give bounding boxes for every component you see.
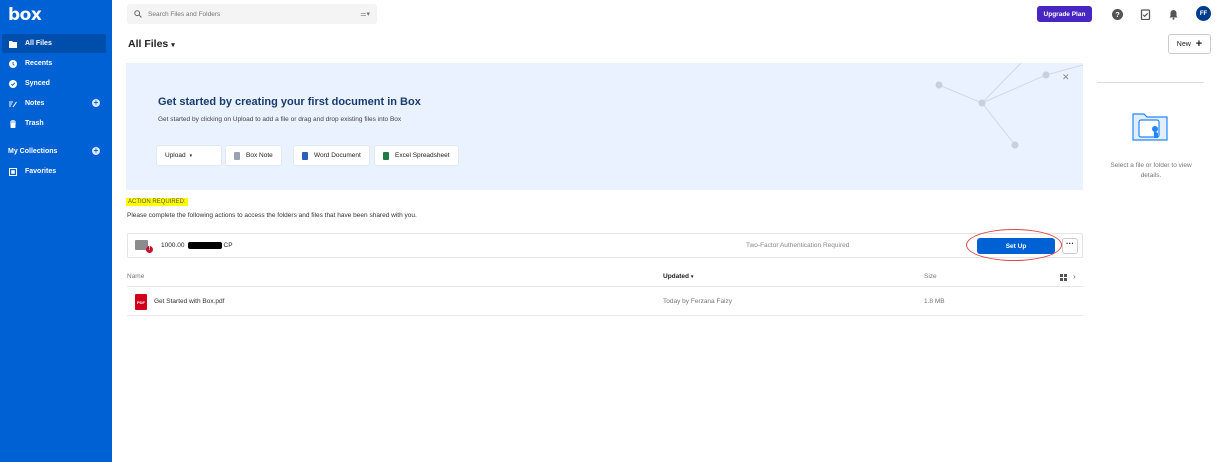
excel-sheet-icon bbox=[383, 151, 389, 160]
close-banner-icon[interactable]: ✕ bbox=[1062, 72, 1070, 83]
file-size: 1.8 MB bbox=[924, 298, 945, 305]
redaction-mark bbox=[187, 242, 222, 249]
getting-started-banner: ✕ Get started by creating your first doc… bbox=[126, 63, 1083, 190]
sidebar-item-label: Synced bbox=[25, 80, 50, 87]
banner-description: Get started by clicking on Upload to add… bbox=[158, 116, 402, 123]
new-button-label: New bbox=[1176, 40, 1191, 48]
file-updated: Today by Ferzana Faizy bbox=[663, 298, 733, 305]
sort-desc-icon: ▾ bbox=[690, 274, 694, 280]
sidebar-item-notes[interactable]: Notes + bbox=[2, 94, 106, 113]
search-filter-icon[interactable]: ⚌▾ bbox=[360, 10, 370, 18]
box-logo[interactable]: box bbox=[8, 5, 42, 25]
folder-name-suffix: CP bbox=[223, 242, 233, 249]
column-header-name[interactable]: Name bbox=[127, 273, 144, 280]
sidebar-item-label: Trash bbox=[25, 120, 44, 127]
page-title-text: All Files bbox=[128, 38, 169, 50]
search-input[interactable] bbox=[148, 10, 348, 18]
chevron-down-icon: ▾ bbox=[189, 152, 193, 159]
word-document-button[interactable]: Word Document bbox=[294, 146, 369, 165]
plus-icon: + bbox=[1195, 38, 1203, 50]
search-bar[interactable]: ⚌▾ bbox=[127, 4, 377, 24]
sidebar-item-my-collections[interactable]: My Collections + bbox=[2, 142, 106, 161]
add-collection-icon[interactable]: + bbox=[92, 147, 100, 155]
upload-button[interactable]: Upload ▾ bbox=[157, 146, 221, 165]
notifications-bell-icon[interactable] bbox=[1168, 9, 1179, 20]
sidebar-item-synced[interactable]: Synced bbox=[2, 74, 106, 93]
chevron-right-icon[interactable]: › bbox=[1073, 272, 1076, 281]
action-required-label: ACTION REQUIRED: bbox=[126, 198, 188, 206]
box-note-button[interactable]: Box Note bbox=[226, 146, 281, 165]
sync-icon bbox=[9, 79, 17, 88]
word-document-label: Word Document bbox=[314, 152, 361, 159]
sidebar-item-favorites[interactable]: Favorites bbox=[2, 162, 106, 181]
word-doc-icon bbox=[302, 151, 308, 160]
upgrade-plan-button[interactable]: Upgrade Plan bbox=[1037, 6, 1092, 22]
excel-spreadsheet-label: Excel Spreadsheet bbox=[395, 152, 450, 159]
search-icon bbox=[134, 10, 142, 18]
clock-icon bbox=[9, 59, 17, 68]
notes-icon bbox=[9, 101, 17, 107]
favorites-icon bbox=[9, 167, 17, 176]
sidebar-item-label: Notes bbox=[25, 100, 45, 107]
upload-button-label: Upload bbox=[165, 152, 186, 159]
folder-name-prefix: 1000.00 bbox=[161, 242, 185, 249]
details-panel-divider bbox=[1097, 82, 1204, 83]
sidebar-item-recents[interactable]: Recents bbox=[2, 54, 106, 73]
more-options-icon[interactable]: ··· bbox=[1062, 238, 1078, 254]
sidebar: box All Files Recents Synced Notes + Tra… bbox=[0, 0, 112, 462]
sidebar-item-label: All Files bbox=[25, 40, 52, 47]
tasks-icon[interactable] bbox=[1140, 9, 1151, 20]
pdf-file-icon: PDF bbox=[135, 294, 147, 310]
details-panel-message: Select a file or folder to view details. bbox=[1110, 162, 1192, 179]
help-icon[interactable]: ? bbox=[1112, 9, 1123, 20]
sidebar-item-label: Favorites bbox=[25, 168, 57, 175]
page-title[interactable]: All Files ▾ bbox=[128, 38, 175, 50]
action-required-row[interactable]: ! 1000.00 CP Two-Factor Authentication R… bbox=[127, 233, 1083, 258]
column-header-updated[interactable]: Updated ▾ bbox=[663, 273, 693, 280]
sidebar-item-all-files[interactable]: All Files bbox=[2, 34, 106, 53]
svg-text:?: ? bbox=[1115, 10, 1120, 19]
chevron-down-icon: ▾ bbox=[171, 42, 175, 49]
two-factor-status: Two-Factor Authentication Required bbox=[746, 242, 850, 249]
action-required-text: Please complete the following actions to… bbox=[127, 212, 417, 219]
banner-title: Get started by creating your first docum… bbox=[158, 96, 421, 108]
network-illustration bbox=[935, 63, 1083, 149]
sidebar-item-trash[interactable]: Trash bbox=[2, 114, 106, 133]
new-button[interactable]: New + bbox=[1168, 34, 1211, 54]
file-name-link[interactable]: Get Started with Box.pdf bbox=[154, 298, 224, 305]
sidebar-item-label: My Collections bbox=[8, 148, 58, 155]
annotation-circle bbox=[966, 229, 1062, 261]
add-note-icon[interactable]: + bbox=[92, 99, 100, 107]
trash-icon bbox=[10, 119, 16, 128]
column-header-updated-label: Updated bbox=[663, 273, 689, 280]
sidebar-item-label: Recents bbox=[25, 60, 53, 67]
box-note-label: Box Note bbox=[246, 152, 273, 159]
select-file-illustration-icon bbox=[1132, 113, 1168, 141]
grid-view-icon[interactable] bbox=[1060, 274, 1067, 281]
table-divider bbox=[127, 286, 1083, 287]
box-note-icon bbox=[234, 151, 240, 160]
folder-icon bbox=[9, 40, 17, 48]
shared-folder-name[interactable]: 1000.00 CP bbox=[161, 242, 233, 249]
excel-spreadsheet-button[interactable]: Excel Spreadsheet bbox=[375, 146, 458, 165]
table-divider bbox=[127, 315, 1083, 316]
column-header-size[interactable]: Size bbox=[924, 273, 937, 280]
alert-icon: ! bbox=[146, 246, 153, 253]
user-avatar[interactable]: FF bbox=[1196, 6, 1211, 21]
